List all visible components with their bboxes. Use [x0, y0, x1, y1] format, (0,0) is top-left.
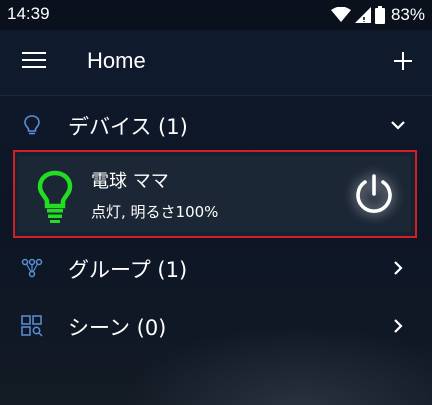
- section-devices-label: デバイス (1): [68, 115, 188, 139]
- battery-percent: 83%: [390, 5, 425, 24]
- group-nodes-icon: [21, 258, 43, 278]
- device-name: 電球 ママ: [91, 171, 169, 192]
- page-title: Home: [87, 48, 146, 73]
- hamburger-menu-icon[interactable]: [22, 52, 46, 70]
- device-status: 点灯, 明るさ100%: [91, 203, 219, 221]
- section-groups-label: グループ (1): [68, 258, 188, 282]
- section-groups-row[interactable]: グループ (1): [0, 239, 432, 297]
- section-scenes-row[interactable]: シーン (0): [0, 297, 432, 355]
- add-button[interactable]: [388, 46, 418, 76]
- scene-grid-icon: [21, 315, 43, 337]
- battery-icon: [374, 6, 385, 24]
- section-devices-header[interactable]: デバイス (1): [0, 96, 432, 154]
- status-bar: 14:39 83%: [0, 0, 432, 30]
- bulb-icon[interactable]: [37, 170, 73, 224]
- section-scenes-label: シーン (0): [68, 316, 167, 340]
- app-bar: Home: [0, 30, 432, 95]
- cell-signal-icon: [354, 7, 371, 23]
- wifi-icon: [330, 7, 351, 22]
- status-time: 14:39: [7, 4, 50, 23]
- status-icons: 83%: [330, 5, 425, 25]
- device-card[interactable]: 電球 ママ 点灯, 明るさ100%: [13, 150, 417, 238]
- chevron-down-icon[interactable]: [390, 117, 406, 133]
- power-icon[interactable]: [351, 172, 397, 218]
- chevron-right-icon[interactable]: [390, 260, 406, 276]
- bulb-outline-icon: [24, 115, 40, 135]
- chevron-right-icon[interactable]: [390, 318, 406, 334]
